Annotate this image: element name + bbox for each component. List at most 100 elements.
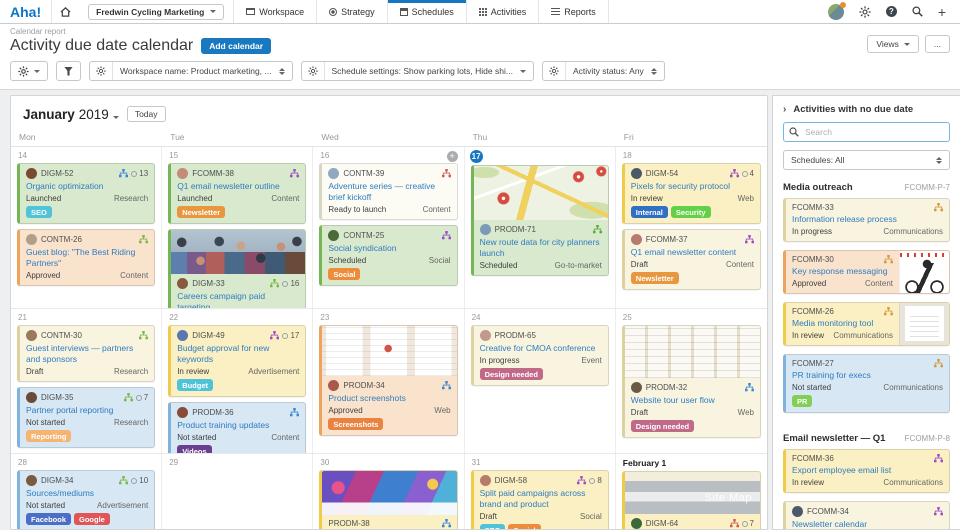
calendar-day-cell[interactable]: February 1 Site Map DIGM-64 7 [616, 454, 767, 529]
card-prodm-38[interactable]: PRODM-38 [319, 470, 457, 529]
card-contm-25[interactable]: CONTM-25 Social syndication Scheduled So… [319, 225, 457, 286]
search-button[interactable] [912, 6, 923, 17]
card-title-link[interactable]: Social syndication [328, 243, 450, 254]
tab-reports[interactable]: Reports [538, 0, 609, 23]
calendar-day-cell[interactable]: 29 [162, 454, 313, 529]
card-contm-30[interactable]: CONTM-30 Guest interviews — partners and… [17, 325, 155, 382]
card-prodm-34[interactable]: PRODM-34 Product screenshots Approved We… [319, 325, 457, 436]
card-title-link[interactable]: Key response messaging [792, 266, 893, 277]
card-title-link[interactable]: Q1 email newsletter outline [177, 181, 299, 192]
add-activity-icon[interactable]: + [447, 151, 458, 162]
workspace-selector[interactable]: Fredwin Cycling Marketing [88, 4, 224, 20]
card-title-link[interactable]: Product screenshots [328, 393, 450, 404]
card-title-link[interactable]: PR training for execs [792, 370, 943, 381]
card-prodm-65[interactable]: PRODM-65 Creative for CMOA conference In… [471, 325, 609, 386]
card-fcomm-27[interactable]: FCOMM-27 PR training for execs Not start… [783, 354, 950, 413]
today-button[interactable]: Today [127, 106, 166, 122]
card-digm-54[interactable]: DIGM-54 4 Pixels for security protocol I… [622, 163, 761, 224]
card-title-link[interactable]: Guest blog: "The Best Riding Partners" [26, 247, 148, 269]
tab-activities[interactable]: Activities [466, 0, 539, 23]
calendar-day-cell[interactable]: 30 PRODM-38 [313, 454, 464, 529]
create-button[interactable]: + [938, 6, 946, 18]
card-title-link[interactable]: Partner portal reporting [26, 405, 148, 416]
calendar-day-cell[interactable]: 31 DIGM-58 8 Split paid campaigns acro [465, 454, 616, 529]
calendar-day-cell[interactable]: 28 DIGM-34 10 Sources/mediums [11, 454, 162, 529]
calendar-day-cell[interactable]: 16 + CONTM-39 Adventure series — creativ… [313, 147, 464, 308]
settings-button[interactable] [859, 6, 871, 18]
calendar-day-cell[interactable]: 17 PRODM-71 New route data for city plan… [465, 147, 616, 308]
filter-bar: Workspace name: Product marketing, ... S… [0, 55, 960, 90]
card-contm-26[interactable]: CONTM-26 Guest blog: "The Best Riding Pa… [17, 229, 155, 286]
home-button[interactable] [51, 0, 79, 23]
filter-chip-schedule-settings[interactable]: Schedule settings: Show parking lots, Hi… [301, 61, 534, 81]
views-button[interactable]: Views [867, 35, 919, 53]
tab-strategy[interactable]: Strategy [316, 0, 387, 23]
tab-workspace[interactable]: Workspace [233, 0, 316, 23]
sidebar-search-input[interactable] [783, 122, 950, 142]
card-title-link[interactable]: Adventure series — creative brief kickof… [328, 181, 450, 203]
card-prodm-32[interactable]: PRODM-32 Website tour user flow Draft We… [622, 325, 761, 438]
add-calendar-button[interactable]: Add calendar [201, 38, 271, 54]
card-status-row: Approved Content [26, 271, 148, 280]
card-title-link[interactable]: Creative for CMOA conference [480, 343, 602, 354]
card-status: In review [177, 367, 209, 376]
card-icons [139, 331, 148, 340]
calendar-day-cell[interactable]: 21 CONTM-30 Guest interviews — partners … [11, 309, 162, 453]
card-title-link[interactable]: Careers campaign paid targeting [177, 291, 299, 308]
card-title-link[interactable]: Media monitoring tool [792, 318, 893, 329]
filter-chip-activity-status[interactable]: Activity status: Any [542, 61, 665, 81]
schedules-filter-select[interactable]: Schedules: All [783, 150, 950, 170]
card-title-link[interactable]: Export employee email list [792, 465, 943, 476]
calendar-day-cell[interactable]: 22 DIGM-49 17 Budget approval for new [162, 309, 313, 453]
report-settings-button[interactable] [10, 61, 48, 81]
calendar-day-cell[interactable]: 14 DIGM-52 13 Organic optimization [11, 147, 162, 308]
card-fcomm-26[interactable]: FCOMM-26 Media monitoring tool In review… [783, 302, 950, 346]
card-digm-33[interactable]: DIGM-33 16 Careers campaign paid targeti… [168, 229, 306, 308]
card-fcomm-34[interactable]: FCOMM-34 Newsletter calendar In progress… [783, 501, 950, 529]
more-options-button[interactable]: ... [925, 35, 950, 53]
card-fcomm-36[interactable]: FCOMM-36 Export employee email list In r… [783, 449, 950, 493]
card-title-link[interactable]: Newsletter calendar [792, 519, 943, 529]
card-header-row: FCOMM-36 [792, 454, 943, 463]
card-digm-58[interactable]: DIGM-58 8 Split paid campaigns across br… [471, 470, 609, 529]
card-contm-39[interactable]: CONTM-39 Adventure series — creative bri… [319, 163, 457, 220]
card-fcomm-37[interactable]: FCOMM-37 Q1 email newsletter content Dra… [622, 229, 761, 290]
card-digm-52[interactable]: DIGM-52 13 Organic optimization Launched… [17, 163, 155, 224]
calendar-day-cell[interactable]: 24 PRODM-65 Creative for CMOA conference… [465, 309, 616, 453]
card-title-link[interactable]: Sources/mediums [26, 488, 148, 499]
help-icon[interactable]: ? [886, 6, 897, 17]
card-title-link[interactable]: Budget approval for new keywords [177, 343, 299, 365]
card-title-link[interactable]: Q1 email newsletter content [631, 247, 754, 258]
card-title-link[interactable]: Split paid campaigns across brand and pr… [480, 488, 602, 510]
calendar-day-cell[interactable]: 18 DIGM-54 4 Pixels for security proto [616, 147, 767, 308]
tab-schedules[interactable]: Schedules [387, 0, 466, 23]
card-prodm-36[interactable]: PRODM-36 Product training updates Not st… [168, 402, 306, 453]
card-title-link[interactable]: Guest interviews — partners and sponsors [26, 343, 148, 365]
card-title-link[interactable]: New route data for city planners launch [480, 237, 602, 259]
card-fcomm-30[interactable]: FCOMM-30 Key response messaging Approved… [783, 250, 950, 294]
card-prodm-71[interactable]: PRODM-71 New route data for city planner… [471, 165, 609, 276]
count-value: 13 [139, 169, 148, 178]
card-title-link[interactable]: Information release process [792, 214, 943, 225]
card-fcomm-33[interactable]: FCOMM-33 Information release process In … [783, 198, 950, 242]
collapse-panel-icon[interactable]: › [783, 104, 786, 115]
card-title-link[interactable]: Website tour user flow [631, 395, 754, 406]
month-selector[interactable]: January 2019 [23, 107, 119, 122]
calendar-day-cell[interactable]: 23 PRODM-34 Product screenshots Approved… [313, 309, 464, 453]
card-title-link[interactable]: Organic optimization [26, 181, 148, 192]
calendar-day-cell[interactable]: 25 PRODM-32 Website tour user flow Draft… [616, 309, 767, 453]
card-digm-35[interactable]: DIGM-35 7 Partner portal reporting Not s… [17, 387, 155, 448]
user-avatar[interactable] [828, 4, 844, 20]
day-number: 31 [470, 456, 483, 468]
card-digm-49[interactable]: DIGM-49 17 Budget approval for new keywo… [168, 325, 306, 397]
card-digm-64[interactable]: Site Map DIGM-64 7 [622, 471, 761, 529]
card-digm-34[interactable]: DIGM-34 10 Sources/mediums Not started A… [17, 470, 155, 529]
filter-button[interactable] [56, 61, 81, 81]
filter-chip-label: Activity status: Any [566, 66, 651, 76]
card-title-link[interactable]: Pixels for security protocol [631, 181, 754, 192]
card-fcomm-38[interactable]: FCOMM-38 Q1 email newsletter outline Lau… [168, 163, 306, 224]
card-title-link[interactable]: Product training updates [177, 420, 299, 431]
calendar-day-cell[interactable]: 15 FCOMM-38 Q1 email newsletter outline … [162, 147, 313, 308]
filter-chip-workspace-name[interactable]: Workspace name: Product marketing, ... [89, 61, 293, 81]
card-reference: FCOMM-38 [192, 169, 234, 178]
